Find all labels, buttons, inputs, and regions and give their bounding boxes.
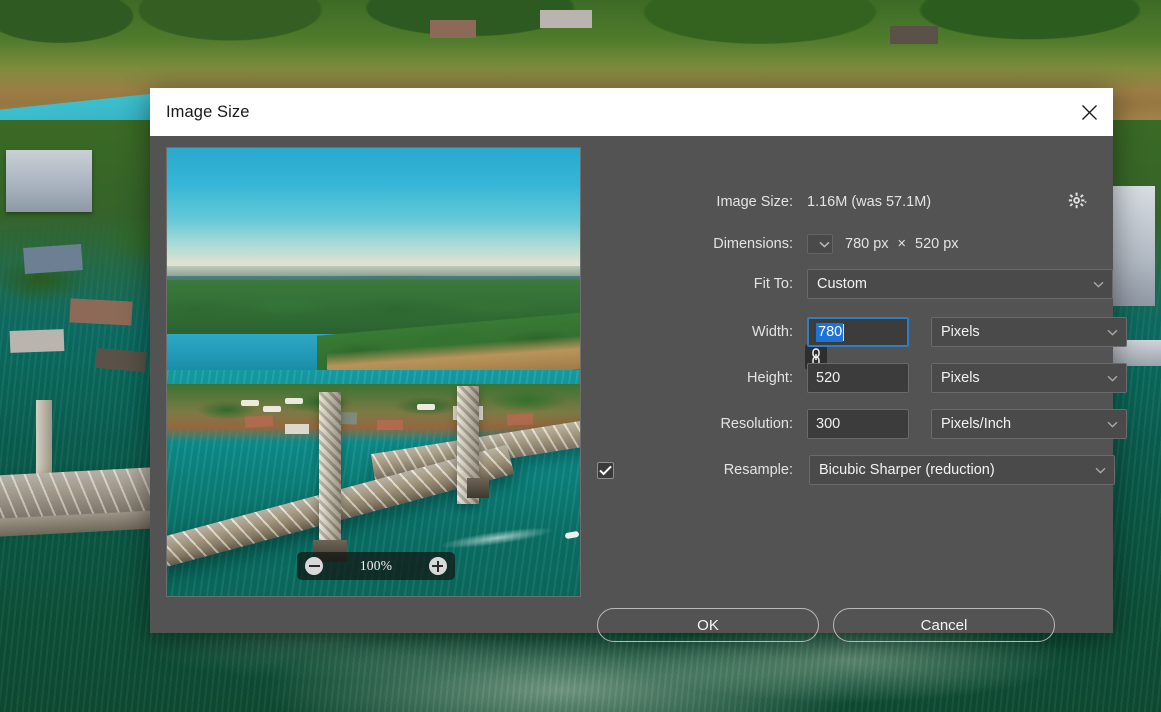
chevron-down-icon bbox=[1093, 281, 1104, 288]
background-building bbox=[6, 150, 92, 212]
dialog-body: 100% Image Size: 1.16M (was 57.1M) Dimen… bbox=[150, 136, 1127, 642]
checkmark-icon bbox=[599, 465, 612, 475]
background-rooftop bbox=[69, 298, 133, 326]
resolution-input[interactable]: 300 bbox=[807, 409, 909, 439]
resolution-label: Resolution: bbox=[720, 416, 793, 432]
cancel-button[interactable]: Cancel bbox=[833, 608, 1055, 642]
close-icon bbox=[1081, 104, 1097, 120]
dialog-buttons: OK Cancel bbox=[597, 608, 1161, 642]
resolution-unit-select[interactable]: Pixels/Inch bbox=[931, 409, 1127, 439]
preview-boat bbox=[417, 404, 435, 410]
width-row: Width: 780 Pixels bbox=[597, 317, 1161, 347]
preview-rooftop bbox=[506, 413, 534, 426]
height-input[interactable]: 520 bbox=[807, 363, 909, 393]
image-size-value: 1.16M (was 57.1M) bbox=[807, 194, 932, 210]
settings-form: Image Size: 1.16M (was 57.1M) Dimensions… bbox=[597, 136, 1127, 642]
fit-to-select[interactable]: Custom bbox=[807, 269, 1113, 299]
ok-button[interactable]: OK bbox=[597, 608, 819, 642]
image-size-label: Image Size: bbox=[716, 194, 793, 210]
resample-method-select[interactable]: Bicubic Sharper (reduction) bbox=[809, 455, 1115, 485]
resolution-input-value: 300 bbox=[816, 416, 841, 432]
fit-to-row: Fit To: Custom bbox=[597, 269, 1161, 299]
height-unit-value: Pixels bbox=[941, 370, 980, 386]
preview-sky bbox=[167, 148, 580, 276]
resample-method-value: Bicubic Sharper (reduction) bbox=[819, 462, 995, 478]
zoom-level-label: 100% bbox=[359, 558, 393, 573]
dimensions-dropdown-button[interactable] bbox=[807, 234, 833, 254]
dialog-titlebar: Image Size bbox=[150, 88, 1113, 136]
height-row: Height: 520 Pixels bbox=[597, 363, 1161, 393]
chevron-down-icon bbox=[1107, 421, 1118, 428]
resample-row: Resample: Bicubic Sharper (reduction) bbox=[597, 455, 1161, 485]
background-rooftop bbox=[23, 244, 83, 274]
dimensions-label: Dimensions: bbox=[713, 236, 793, 252]
preview-boat bbox=[263, 406, 281, 412]
background-rooftop bbox=[890, 26, 938, 44]
resolution-unit-value: Pixels/Inch bbox=[941, 416, 1012, 432]
preview-bridge-pier bbox=[467, 478, 489, 498]
preview-zoom-control: 100% bbox=[297, 552, 455, 580]
image-size-dialog: Image Size 100% Image Size: 1.16M (was 5… bbox=[150, 88, 1127, 642]
width-unit-select[interactable]: Pixels bbox=[931, 317, 1127, 347]
preview-boat bbox=[285, 398, 303, 404]
image-preview[interactable]: 100% bbox=[166, 147, 581, 597]
chevron-down-icon bbox=[1107, 329, 1118, 336]
chevron-down-icon bbox=[1107, 375, 1118, 382]
preview-lift-tower-left bbox=[319, 392, 341, 552]
resolution-row: Resolution: 300 Pixels/Inch bbox=[597, 409, 1161, 439]
height-label: Height: bbox=[747, 370, 793, 386]
resample-label: Resample: bbox=[723, 462, 793, 478]
chevron-down-icon bbox=[818, 241, 830, 248]
preview-boat bbox=[241, 400, 259, 406]
background-rooftop bbox=[430, 20, 476, 38]
screen: Image Size 100% Image Size: 1.16M (was 5… bbox=[0, 0, 1161, 712]
settings-gear-button[interactable] bbox=[1065, 188, 1091, 214]
chevron-down-icon bbox=[1095, 467, 1106, 474]
zoom-out-button[interactable] bbox=[305, 557, 323, 575]
preview-rooftop bbox=[244, 415, 274, 428]
dimensions-width-value: 780 px bbox=[845, 236, 889, 252]
background-rooftop bbox=[540, 10, 592, 28]
preview-image-content bbox=[167, 148, 580, 596]
height-unit-select[interactable]: Pixels bbox=[931, 363, 1127, 393]
dimensions-separator: × bbox=[897, 236, 907, 252]
fit-to-label: Fit To: bbox=[753, 276, 793, 292]
width-input-value: 780 bbox=[816, 322, 844, 342]
gear-icon bbox=[1068, 192, 1087, 209]
background-rooftop bbox=[95, 347, 147, 373]
dimensions-row: Dimensions: 780 px × 520 px bbox=[597, 230, 1161, 258]
fit-to-value: Custom bbox=[817, 276, 867, 292]
width-input[interactable]: 780 bbox=[807, 317, 909, 347]
width-label: Width: bbox=[751, 324, 793, 340]
preview-rooftop bbox=[285, 424, 309, 434]
text-caret bbox=[843, 323, 845, 341]
resample-checkbox[interactable] bbox=[597, 461, 614, 479]
height-input-value: 520 bbox=[816, 370, 841, 386]
preview-rooftop bbox=[377, 420, 403, 430]
dimensions-height-value: 520 px bbox=[915, 236, 959, 252]
close-button[interactable] bbox=[1065, 88, 1113, 136]
background-rooftop bbox=[9, 329, 65, 353]
dialog-title: Image Size bbox=[166, 102, 250, 121]
zoom-in-button[interactable] bbox=[428, 557, 447, 575]
width-unit-value: Pixels bbox=[941, 324, 980, 340]
